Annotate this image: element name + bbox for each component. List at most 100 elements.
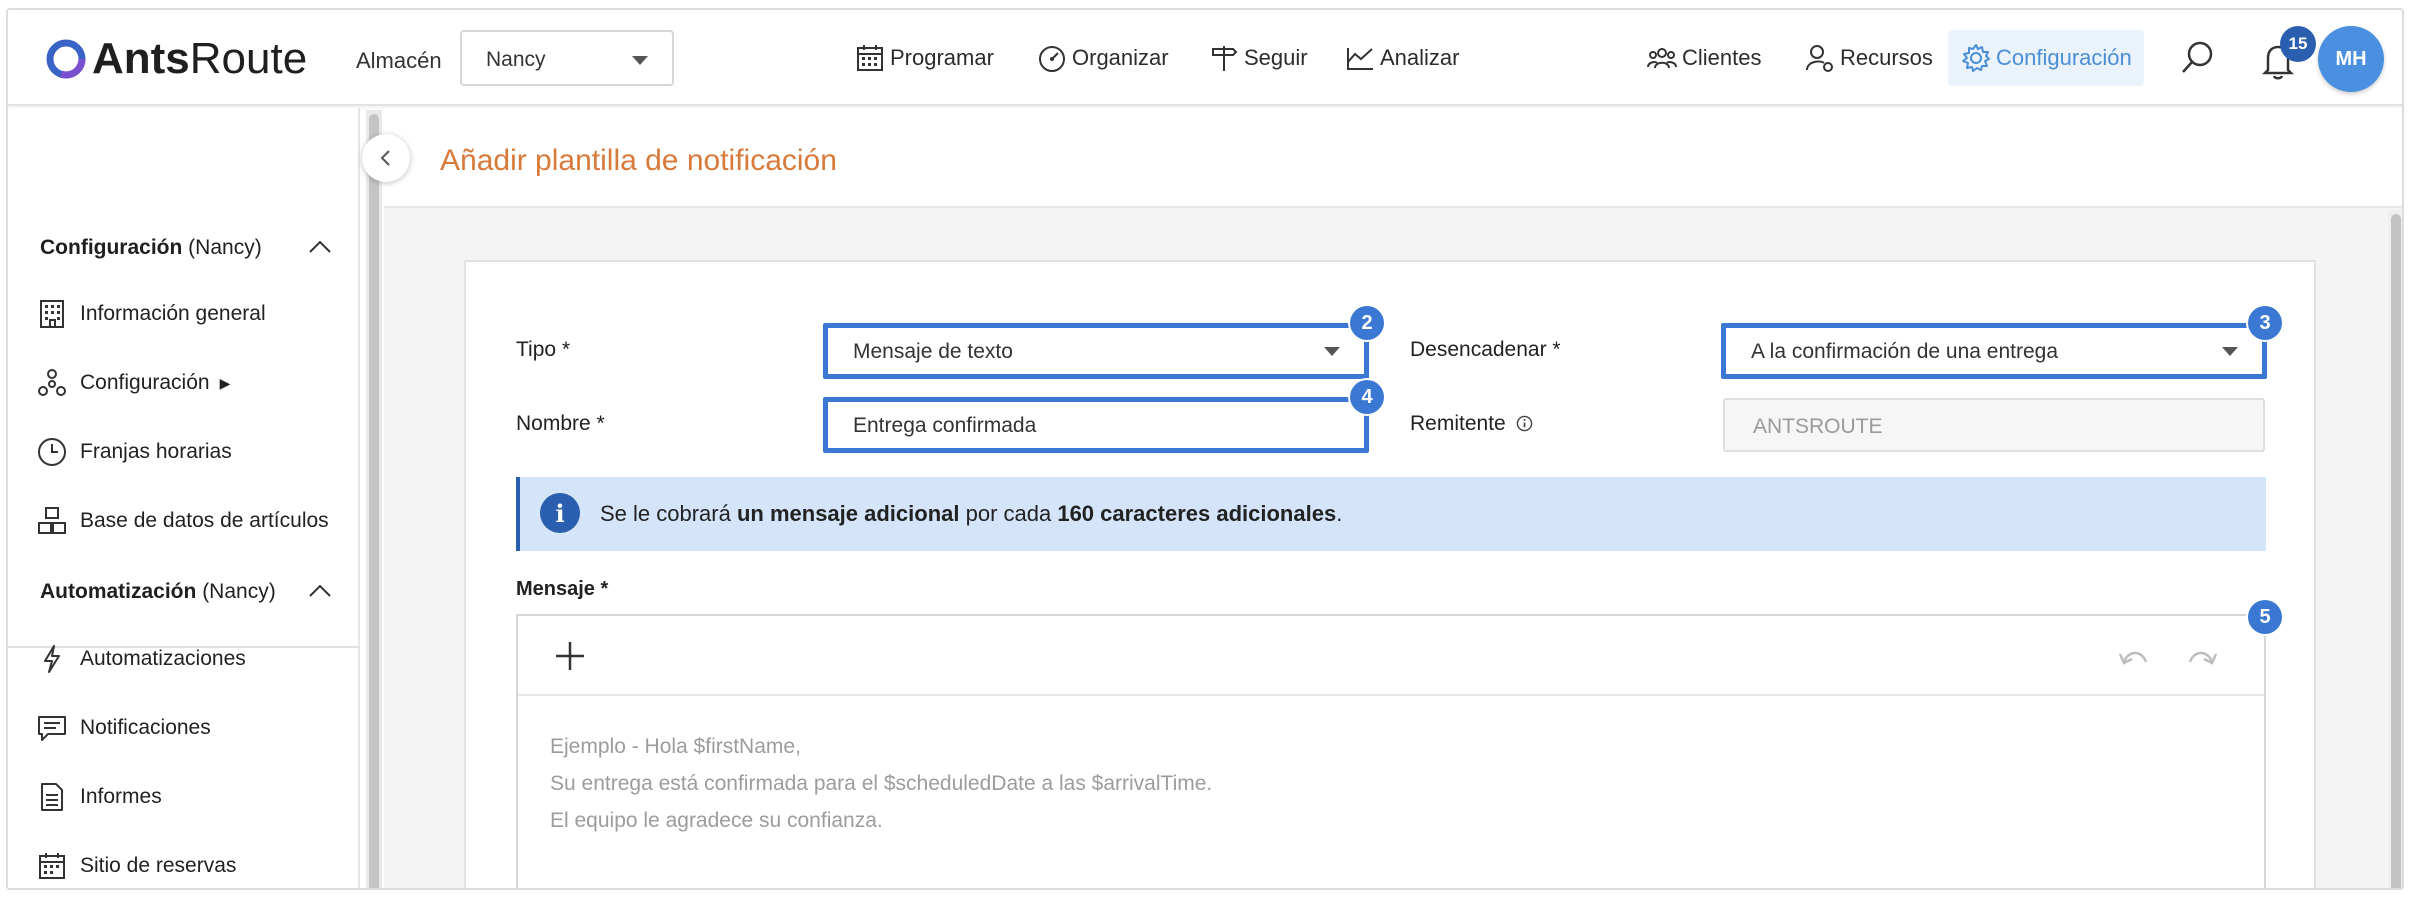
tipo-select[interactable]: Mensaje de texto <box>823 323 1369 379</box>
info-text-part: . <box>1336 501 1343 526</box>
document-icon <box>41 783 63 811</box>
undo-icon <box>2118 651 2148 665</box>
sidebar-item-notificaciones[interactable]: Notificaciones <box>36 708 211 748</box>
sidebar-item-automatizaciones[interactable]: Automatizaciones <box>36 639 246 679</box>
sidebar-item-informacion-general[interactable]: Información general <box>36 294 266 334</box>
nav-seguir[interactable]: Seguir <box>1208 40 1308 76</box>
nombre-value: Entrega confirmada <box>853 414 1037 437</box>
users-icon <box>1647 48 1677 69</box>
user-avatar[interactable]: MH <box>2318 26 2384 92</box>
nav-recursos-label: Recursos <box>1840 45 1933 70</box>
search-button[interactable] <box>2178 38 2218 78</box>
gear-icon <box>1962 44 1990 72</box>
signpost-icon <box>1212 46 1238 71</box>
sidebar-item-label: Configuración <box>80 371 210 394</box>
nodes-icon <box>38 369 66 396</box>
plus-icon <box>556 642 584 670</box>
nav-analizar[interactable]: Analizar <box>1344 40 1459 76</box>
nav-configuracion-label: Configuración <box>1996 45 2132 70</box>
top-navigation-bar: Ants Route Almacén Nancy Programar Organi… <box>8 10 2402 106</box>
sidebar-section-title: Automatización <box>40 580 197 603</box>
chart-icon <box>1347 48 1373 70</box>
placeholder-line: Ejemplo - Hola $firstName, <box>550 735 801 758</box>
info-circle-icon[interactable] <box>1516 415 1533 432</box>
insert-variable-button[interactable] <box>552 638 588 674</box>
nav-organizar[interactable]: Organizar <box>1036 40 1169 76</box>
gauge-icon <box>1039 46 1065 72</box>
mensaje-label: Mensaje * <box>516 578 609 600</box>
redo-button[interactable] <box>2184 642 2220 672</box>
nav-programar-label: Programar <box>890 45 994 70</box>
user-gear-icon <box>1806 45 1833 72</box>
clock-icon <box>38 438 66 466</box>
chevron-down-icon <box>632 56 648 65</box>
sidebar-item-base-de-datos[interactable]: Base de datos de artículos <box>36 501 329 541</box>
chevron-down-icon <box>1324 347 1340 356</box>
nav-configuracion[interactable]: Configuración <box>1948 30 2144 86</box>
tipo-label: Tipo * <box>516 338 571 361</box>
sidebar-item-configuracion[interactable]: Configuración ▶ <box>36 363 230 403</box>
calendar-icon <box>39 853 65 879</box>
sidebar-scrollbar[interactable] <box>366 110 382 888</box>
search-icon <box>2182 41 2213 73</box>
redo-icon <box>2188 651 2218 665</box>
message-placeholder[interactable]: Ejemplo - Hola $firstName, Su entrega es… <box>550 728 1212 839</box>
nombre-label: Nombre * <box>516 412 605 435</box>
sidebar-section-scope: (Nancy) <box>202 580 276 603</box>
remitente-value: ANTSROUTE <box>1753 415 1883 438</box>
nav-programar[interactable]: Programar <box>854 40 994 76</box>
notification-count-badge: 15 <box>2280 26 2316 62</box>
sidebar-item-franjas-horarias[interactable]: Franjas horarias <box>36 432 232 472</box>
nav-organizar-label: Organizar <box>1072 45 1169 70</box>
sidebar-item-sitio-de-reservas[interactable]: Sitio de reservas <box>36 846 236 886</box>
undo-button[interactable] <box>2116 642 2152 672</box>
main-scrollbar-thumb[interactable] <box>2391 214 2401 888</box>
warehouse-select[interactable]: Nancy <box>460 30 674 86</box>
info-text-bold: un mensaje adicional <box>736 501 960 526</box>
nav-clientes-label: Clientes <box>1682 45 1762 70</box>
step-marker-2: 2 <box>1350 306 1384 340</box>
billing-info-text: Se le cobrará un mensaje adicional por c… <box>600 501 1342 527</box>
remitente-input: ANTSROUTE <box>1723 398 2265 452</box>
nav-clientes[interactable]: Clientes <box>1646 40 1761 76</box>
info-text-part: Se le cobrará <box>600 501 737 526</box>
warehouse-label: Almacén <box>356 48 442 73</box>
main-scrollbar[interactable] <box>2388 210 2402 888</box>
boxes-icon <box>38 507 66 534</box>
nav-recursos[interactable]: Recursos <box>1804 40 1933 76</box>
info-text-bold: 160 caracteres adicionales <box>1057 501 1337 526</box>
remitente-label: Remitente <box>1410 412 1533 436</box>
sidebar-item-label: Informes <box>80 785 162 808</box>
logo-text-light: Route <box>189 34 308 83</box>
app-window: Ants Route Almacén Nancy Programar Organi… <box>6 8 2404 890</box>
info-icon: i <box>540 493 580 533</box>
sidebar-section-title: Configuración <box>40 236 183 259</box>
chevron-up-icon[interactable] <box>308 238 332 254</box>
nav-analizar-label: Analizar <box>1380 45 1460 70</box>
sidebar-item-label: Sitio de reservas <box>80 854 237 877</box>
sidebar-section-configuracion[interactable]: Configuración (Nancy) <box>40 236 262 260</box>
step-marker-5: 5 <box>2248 600 2282 634</box>
sidebar-section-automatizacion[interactable]: Automatización (Nancy) <box>40 580 276 604</box>
sidebar-item-informes[interactable]: Informes <box>36 777 162 817</box>
collapse-sidebar-button[interactable] <box>362 134 410 182</box>
chevron-down-icon <box>2222 347 2238 356</box>
placeholder-line: El equipo le agradece su confianza. <box>550 809 883 832</box>
nombre-input[interactable]: Entrega confirmada <box>823 397 1369 453</box>
sidebar-item-label: Automatizaciones <box>80 647 246 670</box>
message-icon <box>38 716 66 741</box>
info-text-part: por cada <box>959 501 1058 526</box>
message-editor[interactable]: Ejemplo - Hola $firstName, Su entrega es… <box>516 614 2266 888</box>
placeholder-line: Su entrega está confirmada para el $sche… <box>550 772 1213 795</box>
calendar-icon <box>857 45 883 71</box>
chevron-up-icon[interactable] <box>308 582 332 598</box>
chevron-left-icon <box>380 150 390 166</box>
sidebar-item-label: Información general <box>80 302 266 325</box>
sidebar-item-label: Notificaciones <box>80 716 211 739</box>
tipo-value: Mensaje de texto <box>853 340 1013 363</box>
sidebar-item-label: Franjas horarias <box>80 440 232 463</box>
desencadenar-select[interactable]: A la confirmación de una entrega <box>1721 323 2267 379</box>
sidebar-scrollbar-thumb[interactable] <box>369 114 379 888</box>
desencadenar-value: A la confirmación de una entrega <box>1751 340 2059 363</box>
antsroute-logo[interactable]: Ants Route <box>44 34 307 84</box>
